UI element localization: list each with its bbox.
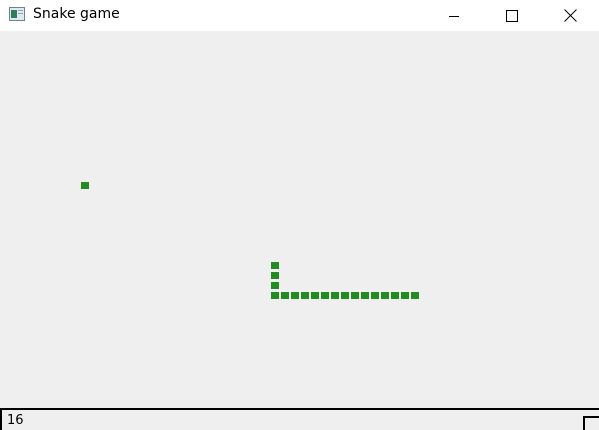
window-title: Snake game bbox=[33, 6, 120, 22]
food-pellet bbox=[81, 182, 89, 189]
snake-segment bbox=[381, 292, 389, 299]
snake-segment bbox=[331, 292, 339, 299]
snake-segment bbox=[271, 292, 279, 299]
snake-segment bbox=[341, 292, 349, 299]
close-button[interactable] bbox=[541, 0, 599, 31]
snake-segment bbox=[311, 292, 319, 299]
window-app-icon bbox=[9, 7, 25, 21]
resize-grip[interactable] bbox=[583, 416, 599, 430]
snake-segment bbox=[371, 292, 379, 299]
snake-segment bbox=[351, 292, 359, 299]
snake-segment bbox=[301, 292, 309, 299]
title-bar[interactable]: Snake game bbox=[0, 0, 599, 31]
maximize-icon bbox=[506, 9, 518, 22]
snake-head bbox=[271, 262, 279, 269]
status-bar: 16 bbox=[0, 408, 599, 430]
status-divider bbox=[0, 410, 4, 430]
score-display: 16 bbox=[7, 413, 24, 428]
minimize-button[interactable] bbox=[425, 0, 483, 31]
snake-segment bbox=[291, 292, 299, 299]
snake-segment bbox=[271, 272, 279, 279]
snake-segment bbox=[281, 292, 289, 299]
game-board[interactable] bbox=[0, 31, 599, 408]
snake-segment bbox=[361, 292, 369, 299]
snake-segment bbox=[401, 292, 409, 299]
snake-segment bbox=[391, 292, 399, 299]
minimize-icon bbox=[449, 15, 459, 17]
snake-segment bbox=[271, 282, 279, 289]
snake-segment bbox=[321, 292, 329, 299]
close-icon bbox=[563, 9, 577, 22]
snake-segment bbox=[411, 292, 419, 299]
maximize-button[interactable] bbox=[483, 0, 541, 31]
